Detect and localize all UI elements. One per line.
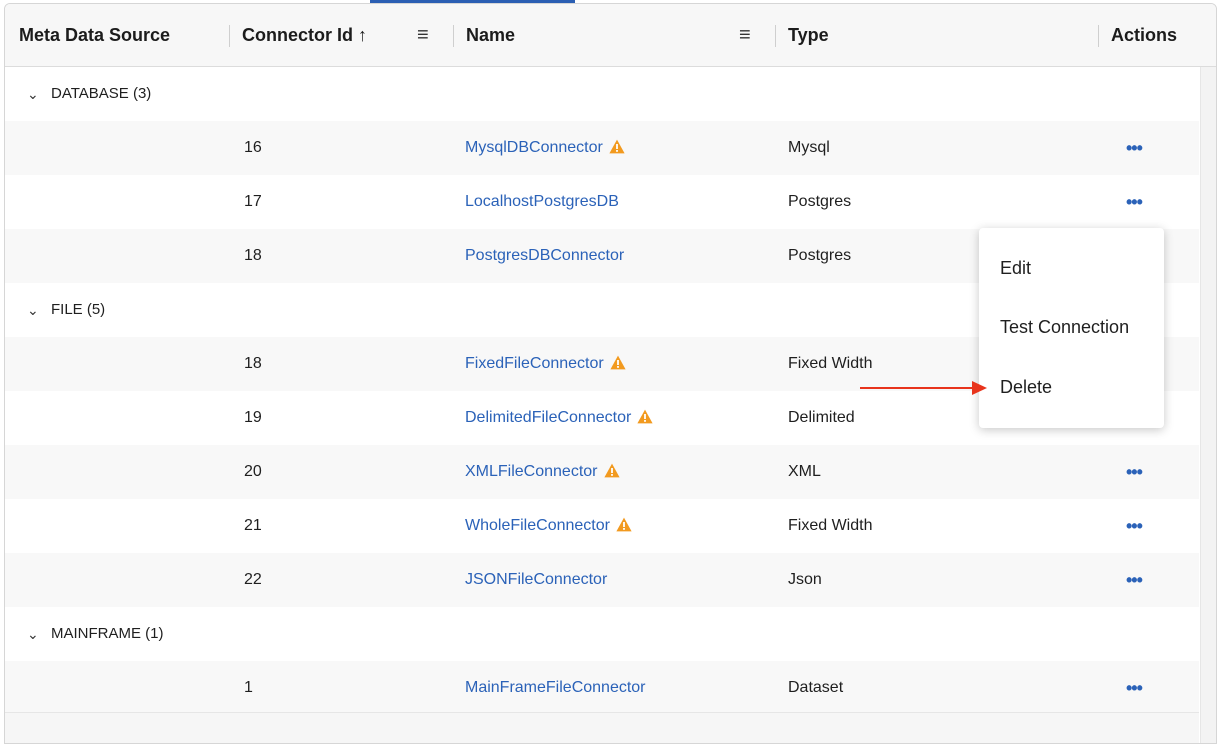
name-cell: FixedFileConnector xyxy=(465,337,626,391)
grid-header: Meta Data Source Connector Id ↑ ≡ Name ≡… xyxy=(5,4,1216,67)
name-cell: WholeFileConnector xyxy=(465,499,632,553)
group-row-mainframe[interactable]: ⌄ MAINFRAME (1) xyxy=(5,607,1199,662)
annotation-arrow-icon xyxy=(860,381,987,395)
chevron-down-icon[interactable]: ⌄ xyxy=(27,607,39,661)
connector-id-cell: 22 xyxy=(244,571,262,588)
name-cell: MainFrameFileConnector xyxy=(465,661,646,715)
row-actions-menu: Edit Test Connection Delete xyxy=(979,228,1164,428)
connector-id-cell: 19 xyxy=(244,409,262,426)
table-row[interactable]: 22 JSONFileConnector Json ••• xyxy=(5,553,1199,608)
menu-item-test-connection[interactable]: Test Connection xyxy=(1000,307,1129,347)
column-menu-icon[interactable]: ≡ xyxy=(739,4,751,66)
column-header-type[interactable]: Type xyxy=(788,4,829,66)
horizontal-scrollbar[interactable] xyxy=(5,712,1199,743)
row-actions-button[interactable]: ••• xyxy=(1126,553,1143,607)
row-actions-button[interactable]: ••• xyxy=(1126,499,1143,553)
column-resize-handle[interactable] xyxy=(453,25,454,47)
row-actions-button[interactable]: ••• xyxy=(1126,445,1143,499)
connector-name-link[interactable]: DelimitedFileConnector xyxy=(465,409,631,426)
warning-icon xyxy=(603,463,620,478)
column-header-connector-id-label: Connector Id xyxy=(242,25,353,45)
column-resize-handle[interactable] xyxy=(775,25,776,47)
row-actions-button[interactable]: ••• xyxy=(1126,121,1143,175)
connector-name-link[interactable]: WholeFileConnector xyxy=(465,517,610,534)
connector-id-cell: 1 xyxy=(244,679,253,696)
chevron-down-icon[interactable]: ⌄ xyxy=(27,67,39,121)
table-row[interactable]: 16 MysqlDBConnector Mysql ••• xyxy=(5,121,1199,176)
chevron-down-icon[interactable]: ⌄ xyxy=(27,283,39,337)
connector-id-cell: 18 xyxy=(244,355,262,372)
group-label: DATABASE (3) xyxy=(51,85,152,102)
connector-name-link[interactable]: MainFrameFileConnector xyxy=(465,679,646,696)
warning-icon xyxy=(637,409,653,424)
vertical-scrollbar[interactable] xyxy=(1200,67,1216,743)
menu-item-edit[interactable]: Edit xyxy=(1000,248,1031,288)
table-row[interactable]: 1 MainFrameFileConnector Dataset ••• xyxy=(5,661,1199,716)
group-label: FILE (5) xyxy=(51,301,106,318)
group-label: MAINFRAME (1) xyxy=(51,625,164,642)
table-row[interactable]: 20 XMLFileConnector XML ••• xyxy=(5,445,1199,500)
menu-item-delete[interactable]: Delete xyxy=(1000,367,1052,407)
type-cell: Mysql xyxy=(788,139,830,156)
name-cell: LocalhostPostgresDB xyxy=(465,175,619,229)
column-menu-icon[interactable]: ≡ xyxy=(417,4,429,66)
column-resize-handle[interactable] xyxy=(229,25,230,47)
row-actions-button[interactable]: ••• xyxy=(1126,175,1143,229)
type-cell: Dataset xyxy=(788,679,844,696)
type-cell: Fixed Width xyxy=(788,517,873,534)
table-row[interactable]: 17 LocalhostPostgresDB Postgres ••• xyxy=(5,175,1199,230)
connector-id-cell: 16 xyxy=(244,139,262,156)
row-actions-button[interactable]: ••• xyxy=(1126,661,1143,715)
connector-name-link[interactable]: LocalhostPostgresDB xyxy=(465,193,619,210)
connector-name-link[interactable]: JSONFileConnector xyxy=(465,571,607,588)
connector-id-cell: 17 xyxy=(244,193,262,210)
column-resize-handle[interactable] xyxy=(1098,25,1099,47)
warning-icon xyxy=(609,139,625,154)
column-header-actions: Actions xyxy=(1111,25,1178,45)
type-cell: Json xyxy=(788,571,822,588)
name-cell: XMLFileConnector xyxy=(465,445,620,499)
connector-id-cell: 21 xyxy=(244,517,262,534)
table-row[interactable]: 21 WholeFileConnector Fixed Width ••• xyxy=(5,499,1199,554)
warning-icon xyxy=(616,517,632,532)
connector-name-link[interactable]: MysqlDBConnector xyxy=(465,139,603,156)
column-header-name[interactable]: Name xyxy=(466,4,515,66)
connector-name-link[interactable]: FixedFileConnector xyxy=(465,355,604,372)
type-cell: XML xyxy=(788,463,821,480)
connector-name-link[interactable]: PostgresDBConnector xyxy=(465,247,624,264)
sort-ascending-icon: ↑ xyxy=(358,25,368,45)
group-row-database[interactable]: ⌄ DATABASE (3) xyxy=(5,67,1199,122)
column-header-connector-id[interactable]: Connector Id ↑ xyxy=(242,4,367,66)
name-cell: JSONFileConnector xyxy=(465,553,607,607)
type-cell: Postgres xyxy=(788,247,852,264)
name-cell: MysqlDBConnector xyxy=(465,121,625,175)
connector-id-cell: 20 xyxy=(244,463,262,480)
warning-icon xyxy=(610,355,626,370)
column-header-meta-data-source[interactable]: Meta Data Source xyxy=(19,4,170,66)
connector-name-link[interactable]: XMLFileConnector xyxy=(465,463,598,480)
type-cell: Delimited xyxy=(788,409,855,426)
name-cell: PostgresDBConnector xyxy=(465,229,624,283)
name-cell: DelimitedFileConnector xyxy=(465,391,653,445)
type-cell: Postgres xyxy=(788,193,852,210)
connector-id-cell: 18 xyxy=(244,247,262,264)
